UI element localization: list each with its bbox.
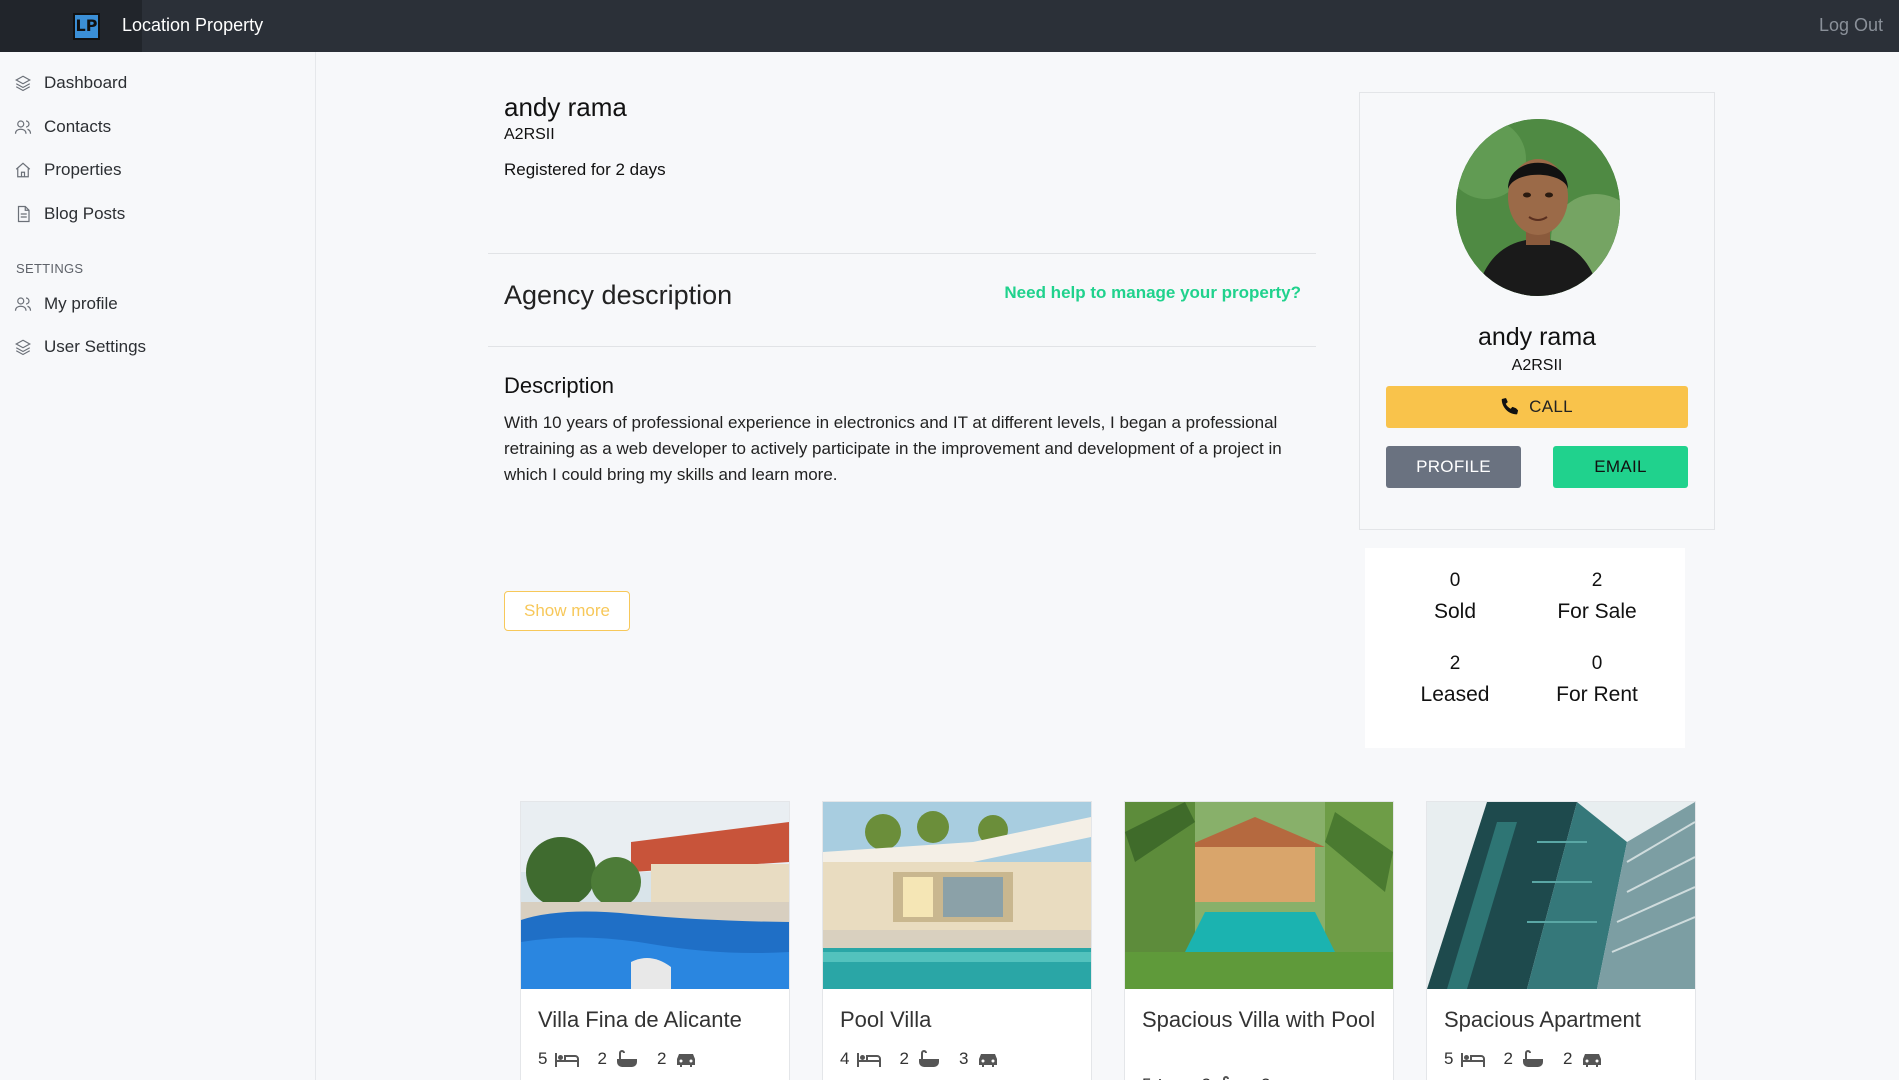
profile-button[interactable]: PROFILE bbox=[1386, 446, 1521, 488]
baths-count: 2 bbox=[597, 1049, 607, 1068]
show-more-button[interactable]: Show more bbox=[504, 591, 630, 631]
help-manage-property-link[interactable]: Need help to manage your property? bbox=[1004, 283, 1301, 303]
beds-count: 5 bbox=[538, 1049, 548, 1068]
document-icon bbox=[17, 205, 30, 223]
stat-label: For Sale bbox=[1557, 600, 1637, 623]
property-card[interactable]: Villa Fina de Alicante 5 2 2 bbox=[520, 801, 790, 1080]
sidebar-item-blog-posts[interactable]: Blog Posts bbox=[14, 200, 125, 228]
property-image bbox=[521, 802, 789, 989]
sidebar-item-label: Contacts bbox=[44, 117, 112, 136]
agent-code: A2RSII bbox=[504, 126, 555, 143]
users-icon bbox=[14, 297, 32, 311]
main-content: andy rama A2RSII Registered for 2 days A… bbox=[317, 52, 1899, 1080]
stat-value: 2 bbox=[1591, 570, 1603, 591]
property-card[interactable]: Spacious Apartment 5 2 2 bbox=[1426, 801, 1696, 1080]
call-label: CALL bbox=[1529, 397, 1573, 416]
property-title: Spacious Apartment bbox=[1444, 1007, 1641, 1032]
sidebar-item-dashboard[interactable]: Dashboard bbox=[14, 69, 127, 97]
stat-value: 2 bbox=[1449, 653, 1461, 674]
garages-count: 2 bbox=[1261, 1075, 1270, 1080]
property-features: 5 2 2 bbox=[538, 1049, 708, 1069]
sidebar-item-user-settings[interactable]: User Settings bbox=[14, 333, 146, 361]
property-card[interactable]: Spacious Villa with Pool 5 2 2 bbox=[1124, 801, 1394, 1080]
layers-icon bbox=[15, 75, 31, 92]
bath-icon bbox=[1522, 1050, 1543, 1067]
brand-logo[interactable]: LP bbox=[73, 13, 100, 40]
agency-description-title: Agency description bbox=[504, 280, 733, 310]
users-icon bbox=[14, 120, 32, 134]
profile-card: andy rama A2RSII CALL PROFILE EMAIL bbox=[1359, 92, 1715, 530]
property-image bbox=[1125, 802, 1393, 989]
baths-count: 2 bbox=[1201, 1075, 1210, 1080]
property-title: Villa Fina de Alicante bbox=[538, 1007, 742, 1032]
brand-block[interactable]: LP bbox=[0, 0, 142, 52]
sidebar-item-label: Properties bbox=[44, 160, 122, 179]
stat-sold: 0 Sold bbox=[1385, 570, 1525, 624]
agent-name: andy rama bbox=[504, 92, 627, 122]
car-icon bbox=[677, 1054, 696, 1067]
bed-icon bbox=[1159, 1079, 1162, 1080]
property-title: Spacious Villa with Pool bbox=[1142, 1007, 1376, 1032]
car-icon bbox=[979, 1054, 998, 1067]
property-image bbox=[1427, 802, 1695, 989]
email-button[interactable]: EMAIL bbox=[1553, 446, 1688, 488]
bed-icon bbox=[857, 1053, 882, 1067]
sidebar-item-label: My profile bbox=[44, 294, 118, 313]
stat-label: Sold bbox=[1433, 600, 1477, 623]
sidebar-item-label: User Settings bbox=[44, 337, 147, 356]
property-features: 5 2 2 bbox=[1142, 1075, 1312, 1080]
description-title: Description bbox=[504, 373, 615, 398]
property-image bbox=[823, 802, 1091, 989]
car-icon bbox=[1278, 1076, 1302, 1080]
property-features: 4 2 3 bbox=[840, 1049, 1010, 1069]
baths-count: 2 bbox=[1503, 1049, 1513, 1068]
logout-link[interactable]: Log Out bbox=[1819, 15, 1883, 36]
bed-icon bbox=[555, 1053, 580, 1067]
card-agent-name: andy rama bbox=[1477, 323, 1597, 351]
phone-icon bbox=[1501, 398, 1519, 415]
beds-count: 4 bbox=[840, 1049, 850, 1068]
bath-icon bbox=[1222, 1076, 1229, 1080]
bed-icon bbox=[1461, 1053, 1486, 1067]
garages-count: 2 bbox=[1562, 1049, 1573, 1068]
stat-label: For Rent bbox=[1556, 683, 1638, 706]
divider bbox=[488, 346, 1316, 347]
call-button[interactable]: CALL bbox=[1386, 386, 1688, 428]
sidebar-item-properties[interactable]: Properties bbox=[14, 156, 121, 184]
sidebar-item-label: Blog Posts bbox=[44, 204, 126, 223]
stat-value: 0 bbox=[1591, 653, 1603, 674]
stat-for-sale: 2 For Sale bbox=[1527, 570, 1667, 624]
top-navbar: LP Location Property Log Out bbox=[0, 0, 1899, 52]
avatar bbox=[1456, 119, 1620, 296]
car-icon bbox=[1583, 1054, 1602, 1067]
beds-count: 5 bbox=[1444, 1049, 1454, 1068]
card-agent-code: A2RSII bbox=[1511, 357, 1563, 374]
app-title[interactable]: Location Property bbox=[122, 15, 263, 36]
garages-count: 3 bbox=[958, 1049, 969, 1068]
bath-icon bbox=[616, 1050, 637, 1067]
stat-for-rent: 0 For Rent bbox=[1527, 653, 1667, 707]
stat-label: Leased bbox=[1420, 683, 1490, 706]
sidebar: Dashboard Contacts Properties Blog Posts… bbox=[0, 52, 316, 1080]
sidebar-item-contacts[interactable]: Contacts bbox=[14, 113, 111, 141]
property-card[interactable]: Pool Villa 4 2 3 bbox=[822, 801, 1092, 1080]
property-title: Pool Villa bbox=[840, 1007, 932, 1032]
sidebar-item-my-profile[interactable]: My profile bbox=[14, 290, 118, 318]
sidebar-item-label: Dashboard bbox=[44, 73, 128, 92]
description-text: With 10 years of professional experience… bbox=[504, 413, 1282, 484]
home-icon bbox=[15, 162, 31, 178]
property-features: 5 2 2 bbox=[1444, 1049, 1614, 1069]
garages-count: 2 bbox=[656, 1049, 667, 1068]
beds-count: 5 bbox=[1142, 1075, 1151, 1080]
registered-duration: Registered for 2 days bbox=[504, 160, 666, 179]
stat-value: 0 bbox=[1449, 570, 1461, 591]
stat-leased: 2 Leased bbox=[1385, 653, 1525, 707]
settings-heading: SETTINGS bbox=[16, 261, 84, 276]
divider bbox=[488, 253, 1316, 254]
baths-count: 2 bbox=[899, 1049, 909, 1068]
layers-icon bbox=[15, 339, 31, 356]
stats-panel: 0 Sold 2 For Sale 2 Leased 0 For Rent bbox=[1365, 548, 1685, 748]
bath-icon bbox=[918, 1050, 939, 1067]
